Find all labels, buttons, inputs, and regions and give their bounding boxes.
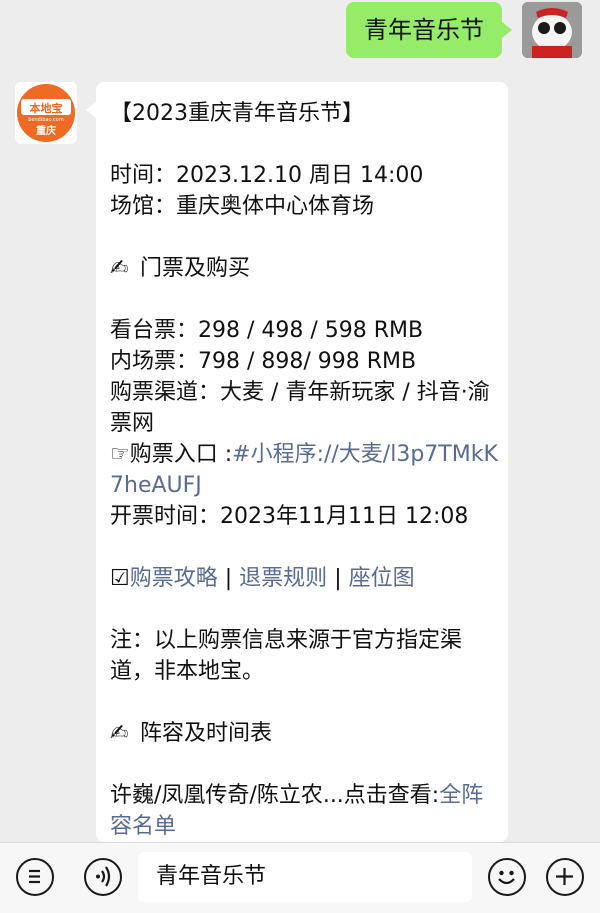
checkbox-icon: ☑ bbox=[110, 566, 130, 591]
ticket-entry-row: ☞购票入口 :#小程序://大麦/l3p7TMkK7heAUFJ bbox=[110, 439, 500, 501]
tickets-heading-row: ✍ 门票及购买 bbox=[110, 253, 500, 284]
menu-icon[interactable] bbox=[16, 858, 54, 896]
seat-map-link[interactable]: 座位图 bbox=[349, 566, 415, 591]
lineup-row: 许巍/凤凰传奇/陈立农...点击查看:全阵容名单 bbox=[110, 780, 500, 842]
lineup-heading: 阵容及时间表 bbox=[140, 721, 273, 746]
message-content: 【2023重庆青年音乐节】 时间：2023.12.10 周日 14:00 场馆：… bbox=[110, 98, 500, 842]
event-time: 时间：2023.12.10 周日 14:00 bbox=[110, 163, 424, 188]
lineup-text: 许巍/凤凰传奇/陈立农...点击查看: bbox=[110, 783, 440, 808]
ticket-open-time: 开票时间：2023年11月11日 12:08 bbox=[110, 504, 469, 529]
bot-logo-text: 本地宝 bbox=[30, 101, 63, 115]
plus-icon[interactable] bbox=[546, 858, 584, 896]
message-title: 【2023重庆青年音乐节】 bbox=[110, 101, 364, 126]
bot-logo-sub: bendibao.com bbox=[28, 117, 64, 123]
source-note: 注：以上购票信息来源于官方指定渠道，非本地宝。 bbox=[110, 628, 463, 684]
refund-rules-link[interactable]: 退票规则 bbox=[239, 566, 327, 591]
bendibao-avatar[interactable]: 本地宝 bendibao.com 重庆 bbox=[15, 82, 77, 144]
outgoing-message-text: 青年音乐节 bbox=[364, 16, 484, 44]
message-input[interactable]: 青年音乐节 bbox=[138, 852, 472, 902]
tickets-heading: 门票及购买 bbox=[140, 256, 251, 281]
emoji-icon[interactable] bbox=[488, 858, 526, 896]
writing-hand-icon: ✍ bbox=[110, 256, 129, 281]
bot-logo-city: 重庆 bbox=[36, 124, 56, 137]
links-row: ☑购票攻略 | 退票规则 | 座位图 bbox=[110, 563, 500, 594]
voice-icon[interactable] bbox=[84, 858, 122, 896]
writing-hand-icon-2: ✍ bbox=[110, 721, 129, 746]
incoming-message-bubble[interactable]: 【2023重庆青年音乐节】 时间：2023.12.10 周日 14:00 场馆：… bbox=[86, 82, 508, 842]
chat-input-bar: 青年音乐节 bbox=[0, 842, 600, 913]
message-input-value: 青年音乐节 bbox=[156, 864, 267, 889]
outgoing-message-bubble[interactable]: 青年音乐节 bbox=[346, 2, 512, 58]
link-separator: | bbox=[224, 566, 233, 591]
ticket-guide-link[interactable]: 购票攻略 bbox=[130, 566, 218, 591]
lineup-heading-row: ✍ 阵容及时间表 bbox=[110, 718, 500, 749]
stand-ticket-price: 看台票：298 / 498 / 598 RMB bbox=[110, 318, 424, 343]
ticket-channels: 购票渠道：大麦 / 青年新玩家 / 抖音·渝票网 bbox=[110, 380, 490, 436]
event-venue: 场馆：重庆奥体中心体育场 bbox=[110, 194, 375, 219]
floor-ticket-price: 内场票：798 / 898/ 998 RMB bbox=[110, 349, 417, 374]
link-separator-2: | bbox=[334, 566, 342, 591]
pointing-hand-icon: ☞ bbox=[110, 442, 130, 467]
my-avatar[interactable] bbox=[522, 2, 582, 58]
ticket-entry-prefix: 购票入口 : bbox=[129, 442, 233, 467]
